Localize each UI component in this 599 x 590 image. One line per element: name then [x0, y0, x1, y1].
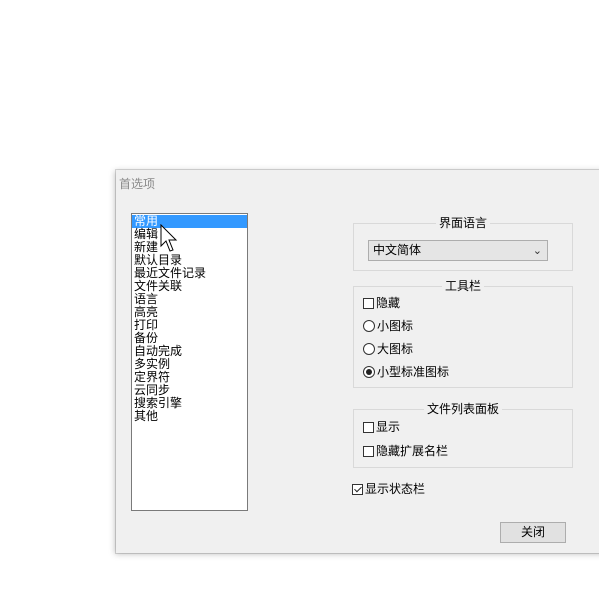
doc-list-show-label: 显示 — [376, 420, 401, 434]
toolbar-large-icons-label: 大图标 — [377, 342, 414, 356]
toolbar-small-icons-label: 小图标 — [377, 319, 414, 333]
preferences-dialog: 首选项 常用 编辑 新建 默认目录 最近文件记录 文件关联 语言 高亮 打印 备… — [116, 170, 599, 553]
toolbar-small-icons-option[interactable]: 小图标 — [363, 318, 413, 334]
toolbar-group: 工具栏 隐藏 小图标 大图标 小型标准图标 — [353, 279, 573, 388]
doc-list-hide-ext-checkbox[interactable] — [363, 445, 374, 457]
doc-list-hide-ext-option[interactable]: 隐藏扩展名栏 — [363, 443, 448, 459]
ui-language-selected-value: 中文简体 — [373, 243, 422, 257]
doc-list-hide-ext-label: 隐藏扩展名栏 — [376, 444, 449, 458]
doc-list-panel-group-title: 文件列表面板 — [423, 402, 502, 416]
mouse-cursor-icon — [160, 224, 178, 252]
doc-list-panel-group: 文件列表面板 显示 隐藏扩展名栏 — [353, 402, 573, 468]
category-item-misc[interactable]: 其他 — [132, 410, 247, 423]
toolbar-hide-option[interactable]: 隐藏 — [363, 295, 400, 311]
ui-language-select[interactable]: 中文简体 ⌄ — [368, 240, 548, 261]
toolbar-small-icons-radio[interactable] — [363, 320, 375, 332]
toolbar-hide-label: 隐藏 — [376, 296, 401, 310]
show-status-bar-label: 显示状态栏 — [365, 482, 426, 496]
show-status-bar-checkbox[interactable] — [352, 483, 363, 495]
dialog-title: 首选项 — [119, 177, 156, 191]
ui-language-group: 界面语言 中文简体 ⌄ — [353, 216, 573, 271]
close-button[interactable]: 关闭 — [500, 522, 566, 543]
toolbar-small-standard-icons-label: 小型标准图标 — [377, 365, 450, 379]
toolbar-hide-checkbox[interactable] — [363, 297, 374, 309]
toolbar-large-icons-radio[interactable] — [363, 343, 375, 355]
doc-list-show-checkbox[interactable] — [363, 421, 374, 433]
category-list[interactable]: 常用 编辑 新建 默认目录 最近文件记录 文件关联 语言 高亮 打印 备份 自动… — [131, 213, 248, 511]
toolbar-group-title: 工具栏 — [441, 279, 484, 293]
doc-list-show-option[interactable]: 显示 — [363, 419, 400, 435]
ui-language-group-title: 界面语言 — [435, 216, 490, 230]
show-status-bar-option[interactable]: 显示状态栏 — [352, 481, 425, 497]
toolbar-small-standard-icons-radio[interactable] — [363, 366, 375, 378]
toolbar-small-standard-icons-option[interactable]: 小型标准图标 — [363, 364, 449, 380]
chevron-down-icon: ⌄ — [532, 244, 542, 257]
toolbar-large-icons-option[interactable]: 大图标 — [363, 341, 413, 357]
